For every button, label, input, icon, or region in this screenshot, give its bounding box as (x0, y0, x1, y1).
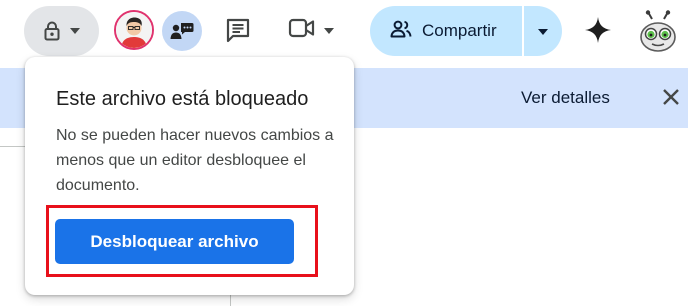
chat-present-icon[interactable] (162, 11, 202, 51)
gemini-sparkle-icon[interactable] (584, 16, 612, 44)
comments-icon[interactable] (222, 14, 254, 46)
caret-down-icon (69, 28, 80, 34)
popover-message: No se pueden hacer nuevos cambios a meno… (56, 127, 334, 194)
popover-title: Este archivo está bloqueado (56, 88, 309, 110)
people-icon (390, 20, 412, 43)
caret-down-icon (538, 22, 548, 40)
lock-status-button[interactable] (24, 6, 99, 56)
caret-down-icon (324, 21, 334, 39)
share-button-group: Compartir (370, 6, 562, 56)
user-avatar-image (116, 12, 152, 48)
share-options-button[interactable] (524, 6, 562, 56)
view-details-link[interactable]: Ver detalles (521, 88, 610, 108)
file-locked-popover: Este archivo está bloqueado No se pueden… (25, 57, 354, 295)
lock-icon (44, 21, 60, 41)
unlock-file-button[interactable]: Desbloquear archivo (55, 219, 294, 264)
video-camera-icon (288, 17, 316, 44)
close-icon[interactable] (660, 86, 682, 108)
share-label: Compartir (422, 21, 497, 40)
bee-avatar-icon[interactable] (636, 10, 680, 54)
meet-button[interactable] (288, 14, 348, 46)
top-toolbar: Compartir (0, 0, 688, 60)
user-avatar[interactable] (114, 10, 154, 50)
share-button[interactable]: Compartir (370, 6, 522, 56)
